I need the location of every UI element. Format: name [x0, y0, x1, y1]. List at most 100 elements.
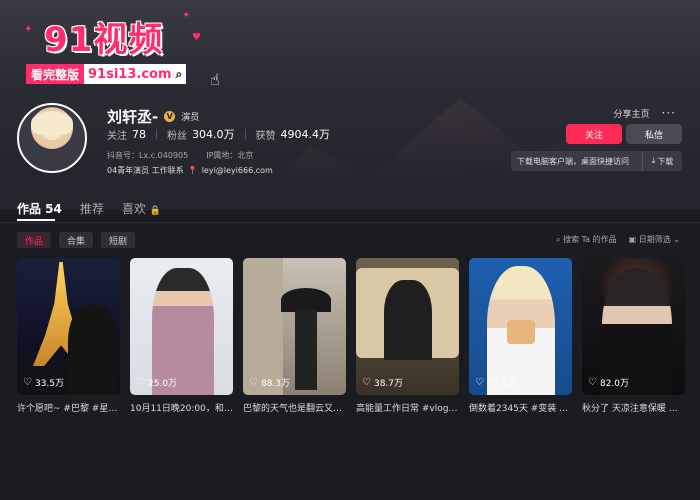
watermark-logo: ✦ ✦ ♥ 91视频 看完整版 91si13.com ⌕ ☝ — [24, 10, 220, 89]
video-card[interactable]: ♡ 75.1万 倒数着2345天 #变装 #… — [469, 258, 572, 414]
video-thumbnail[interactable]: ♡ 88.3万 — [243, 258, 346, 395]
stats-divider — [244, 129, 246, 139]
video-thumbnail[interactable]: ♡ 82.0万 — [582, 258, 685, 395]
stats-divider — [156, 129, 157, 139]
watermark-tag: 看完整版 — [26, 64, 85, 84]
tab-recommend[interactable]: 推荐 — [80, 200, 104, 217]
profile-meta: 抖音号：Lx.c.040905 IP属地：北京 — [107, 150, 253, 161]
tab-likes[interactable]: 喜欢 🔒 — [122, 200, 161, 217]
video-card[interactable]: ♡ 82.0万 秋分了 天凉注意保暖 #… — [582, 258, 685, 414]
following-count[interactable]: 78 — [132, 128, 146, 141]
video-likes-count: 33.5万 — [34, 379, 65, 389]
video-likes: ♡ 82.0万 — [588, 376, 629, 389]
download-icon: ⤓ — [651, 156, 656, 165]
watermark-url: 91si13.com ⌕ — [84, 64, 187, 84]
toast-image — [507, 320, 535, 344]
video-thumbnail[interactable]: ♡ 25.0万 — [130, 258, 233, 395]
video-caption[interactable]: 巴黎的天气也是翻云又… — [243, 401, 346, 414]
video-thumbnail[interactable]: ♡ 38.7万 — [356, 258, 459, 395]
video-caption[interactable]: 许个愿吧~ #巴黎 #星光… — [17, 401, 120, 414]
person-image — [384, 280, 432, 360]
video-likes-count: 88.3万 — [260, 379, 291, 389]
video-likes-count: 38.7万 — [373, 379, 404, 389]
person-image — [68, 305, 118, 395]
watermark-url-text: 91si13.com — [88, 66, 172, 82]
video-likes-count: 25.0万 — [147, 379, 178, 389]
video-grid: ♡ 33.5万 许个愿吧~ #巴黎 #星光… ♡ 25.0万 10月11日晚20… — [17, 258, 685, 414]
lock-icon: 🔒 — [149, 206, 161, 216]
bio-text: 04青年演员 工作联系 — [107, 166, 184, 175]
heart-icon: ♡ — [475, 377, 484, 388]
heart-sparkle-icon: ♥ — [192, 32, 201, 43]
heart-icon: ♡ — [362, 377, 371, 388]
tab-likes-label: 喜欢 — [121, 202, 146, 216]
watermark-bar: 看完整版 91si13.com ⌕ — [26, 64, 187, 84]
date-filter[interactable]: ▣ 日期筛选 ⌄ — [629, 234, 680, 245]
download-label: 下载 — [657, 156, 674, 166]
likes-count: 4904.4万 — [280, 128, 331, 141]
sparkle-icon: ✦ — [182, 10, 191, 21]
search-works[interactable]: ⌕ 搜索 Ta 的作品 — [556, 234, 617, 245]
search-icon: ⌕ — [556, 235, 561, 244]
video-likes: ♡ 88.3万 — [249, 376, 290, 389]
verified-icon: V — [164, 111, 176, 122]
chip-works[interactable]: 作品 — [17, 232, 52, 248]
fans-count[interactable]: 304.0万 — [192, 126, 235, 142]
video-card[interactable]: ♡ 88.3万 巴黎的天气也是翻云又… — [243, 258, 346, 414]
video-likes: ♡ 25.0万 — [136, 376, 177, 389]
likes-label: 获赞 — [255, 130, 276, 142]
search-works-label: 搜索 Ta 的作品 — [563, 235, 617, 244]
heart-icon: ♡ — [23, 377, 32, 388]
building-image — [243, 258, 283, 395]
video-likes-count: 82.0万 — [599, 379, 630, 389]
chevron-down-icon: ⌄ — [673, 235, 680, 244]
video-card[interactable]: ♡ 25.0万 10月11日晚20:00，和… — [130, 258, 233, 414]
ip-location: IP属地：北京 — [206, 151, 254, 160]
download-button[interactable]: ⤓ 下载 — [642, 151, 682, 171]
hand-cursor-icon: ☝ — [210, 70, 220, 89]
fans-label[interactable]: 粉丝 — [167, 127, 187, 142]
download-text: 下载电脑客户端，桌面快捷访问 — [517, 156, 629, 166]
video-caption[interactable]: 倒数着2345天 #变装 #… — [469, 401, 572, 414]
avatar[interactable] — [17, 103, 87, 173]
profile-name: 刘轩丞- — [107, 108, 159, 126]
video-caption[interactable]: 高能量工作日常 #vlog #… — [356, 401, 459, 414]
video-thumbnail[interactable]: ♡ 33.5万 — [17, 258, 120, 395]
date-filter-label: 日期筛选 — [638, 235, 671, 244]
share-button[interactable]: 分享主页 — [614, 107, 650, 120]
video-likes: ♡ 33.5万 — [23, 376, 64, 389]
umbrella-image — [281, 288, 331, 312]
more-icon[interactable]: ··· — [662, 106, 676, 120]
message-button[interactable]: 私信 — [626, 124, 682, 144]
video-likes: ♡ 75.1万 — [475, 376, 516, 389]
profile-tabs: 作品 54 推荐 喜欢 🔒 — [17, 200, 161, 217]
download-client-bar[interactable]: 下载电脑客户端，桌面快捷访问 ⤓ 下载 — [511, 151, 682, 171]
video-caption[interactable]: 秋分了 天凉注意保暖 #… — [582, 401, 685, 414]
profile-role: 演员 — [181, 113, 200, 123]
heart-icon: ♡ — [136, 377, 145, 388]
video-card[interactable]: ♡ 38.7万 高能量工作日常 #vlog #… — [356, 258, 459, 414]
douyin-id: 抖音号：Lx.c.040905 — [107, 151, 189, 160]
avatar-hair — [31, 111, 73, 135]
video-card[interactable]: ♡ 33.5万 许个愿吧~ #巴黎 #星光… — [17, 258, 120, 414]
chip-collections[interactable]: 合集 — [59, 232, 94, 248]
tab-works[interactable]: 作品 54 — [17, 200, 62, 217]
following-label[interactable]: 关注 — [107, 127, 127, 142]
heart-icon: ♡ — [588, 377, 597, 388]
tabs-divider — [0, 222, 700, 223]
video-likes: ♡ 38.7万 — [362, 376, 403, 389]
works-filters: ⌕ 搜索 Ta 的作品 ▣ 日期筛选 ⌄ — [556, 234, 680, 245]
video-likes-count: 75.1万 — [486, 379, 517, 389]
chip-short-dramas[interactable]: 短剧 — [101, 232, 136, 248]
filter-chips: 作品 合集 短剧 — [17, 232, 136, 248]
video-thumbnail[interactable]: ♡ 75.1万 — [469, 258, 572, 395]
profile-stats: 关注 78 粉丝 304.0万 获赞 4904.4万 — [107, 126, 330, 142]
search-icon: ⌕ — [175, 66, 183, 81]
pin-icon: 📍 — [187, 166, 198, 175]
watermark-title: 91视频 — [44, 20, 164, 60]
profile-bio: 04青年演员 工作联系 📍 leyi@leyi666.com — [107, 165, 273, 176]
follow-button[interactable]: 关注 — [566, 124, 622, 144]
heart-icon: ♡ — [249, 377, 258, 388]
video-caption[interactable]: 10月11日晚20:00，和… — [130, 401, 233, 414]
calendar-icon: ▣ — [628, 235, 637, 244]
